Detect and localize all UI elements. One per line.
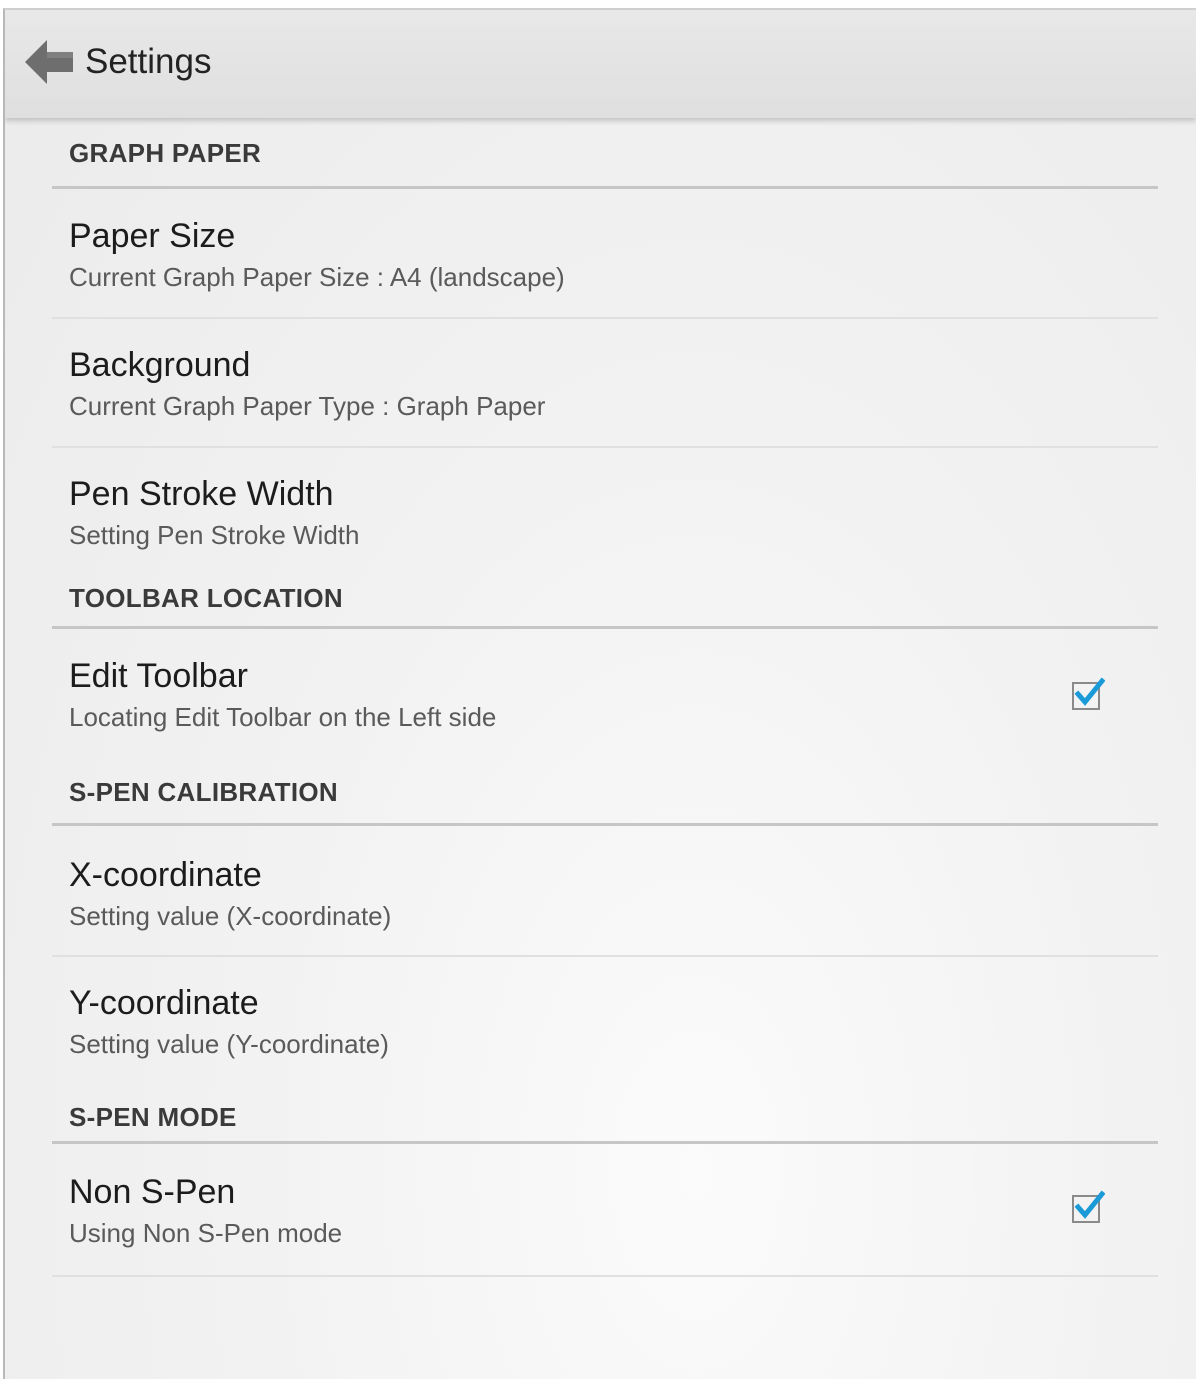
pref-title: Non S-Pen <box>69 1173 236 1211</box>
pref-non-spen[interactable]: Non S-Pen Using Non S-Pen mode <box>52 1144 1158 1277</box>
pref-summary: Setting value (Y-coordinate) <box>69 1029 389 1059</box>
section-header-graph-paper: GRAPH PAPER <box>52 118 1158 189</box>
pref-title: Edit Toolbar <box>69 657 248 695</box>
pref-edit-toolbar[interactable]: Edit Toolbar Locating Edit Toolbar on th… <box>52 629 1158 775</box>
non-spen-checkbox-icon[interactable] <box>1071 1190 1105 1224</box>
pref-x-coordinate[interactable]: X-coordinate Setting value (X-coordinate… <box>52 826 1158 957</box>
pref-title: Pen Stroke Width <box>69 475 334 513</box>
section-header-toolbar-location: TOOLBAR LOCATION <box>52 575 1158 629</box>
pref-summary: Current Graph Paper Type : Graph Paper <box>69 391 546 421</box>
pref-title: Y-coordinate <box>69 984 259 1022</box>
pref-summary: Setting value (X-coordinate) <box>69 901 392 931</box>
pref-y-coordinate[interactable]: Y-coordinate Setting value (Y-coordinate… <box>52 957 1158 1100</box>
settings-screen: Settings GRAPH PAPER Paper Size Current … <box>3 8 1196 1379</box>
pref-title: Background <box>69 346 251 384</box>
pref-title: Paper Size <box>69 217 236 255</box>
pref-background[interactable]: Background Current Graph Paper Type : Gr… <box>52 319 1158 448</box>
action-bar: Settings <box>5 10 1196 118</box>
pref-summary: Current Graph Paper Size : A4 (landscape… <box>69 262 565 292</box>
pref-title: X-coordinate <box>69 856 262 894</box>
pref-paper-size[interactable]: Paper Size Current Graph Paper Size : A4… <box>52 189 1158 319</box>
settings-list: GRAPH PAPER Paper Size Current Graph Pap… <box>5 118 1196 1277</box>
section-header-spen-calibration: S-PEN CALIBRATION <box>52 775 1158 826</box>
pref-pen-stroke-width[interactable]: Pen Stroke Width Setting Pen Stroke Widt… <box>52 448 1158 575</box>
page-title: Settings <box>85 42 212 81</box>
pref-summary: Locating Edit Toolbar on the Left side <box>69 702 497 732</box>
back-arrow-icon <box>25 40 73 84</box>
section-header-spen-mode: S-PEN MODE <box>52 1100 1158 1144</box>
edit-toolbar-checkbox-icon[interactable] <box>1071 677 1105 711</box>
back-button[interactable] <box>23 38 77 86</box>
pref-summary: Setting Pen Stroke Width <box>69 520 360 550</box>
pref-summary: Using Non S-Pen mode <box>69 1218 343 1248</box>
